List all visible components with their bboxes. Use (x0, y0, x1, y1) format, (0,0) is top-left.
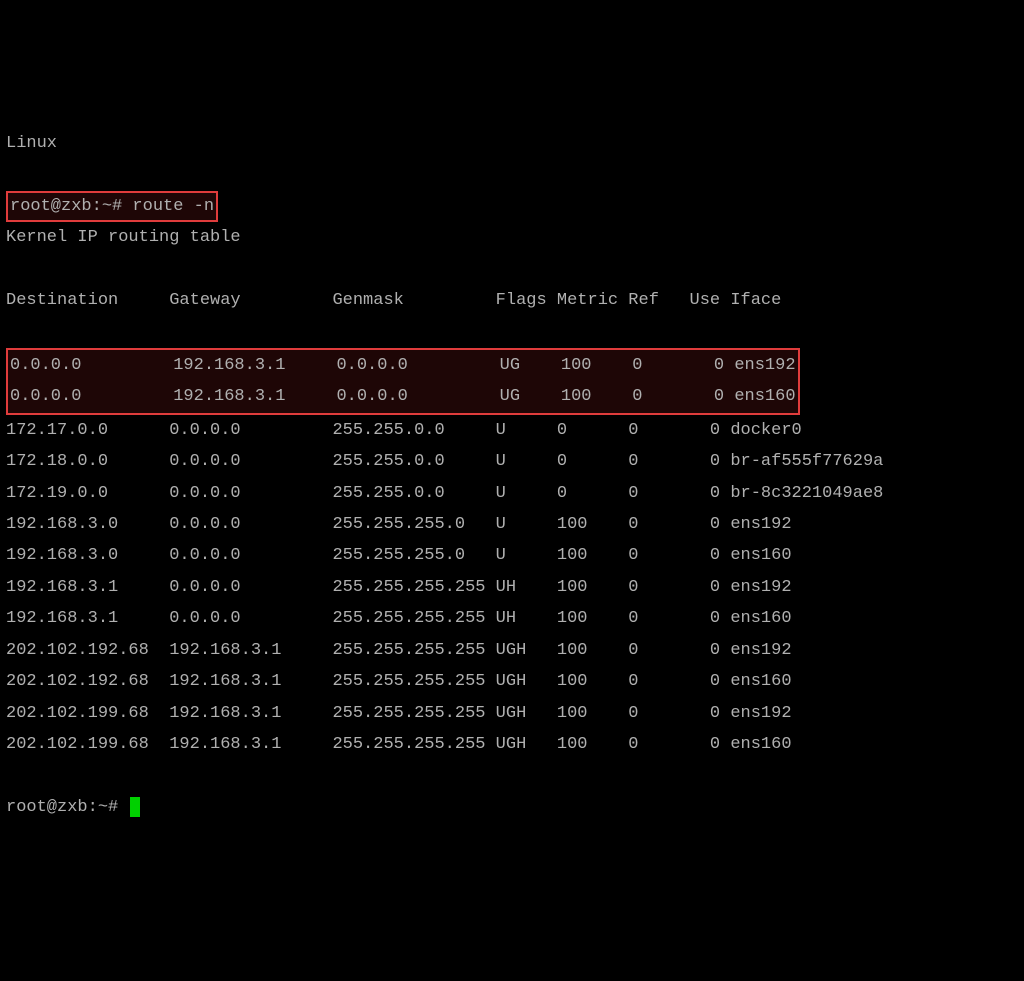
command-line-highlight: root@zxb:~# route -n (6, 191, 218, 222)
highlighted-routes: 0.0.0.0 192.168.3.1 0.0.0.0 UG 100 0 0 e… (6, 348, 800, 415)
route-rows: 172.17.0.0 0.0.0.0 255.255.0.0 U 0 0 0 d… (6, 415, 1018, 761)
table-row: 202.102.199.68 192.168.3.1 255.255.255.2… (6, 729, 1018, 760)
shell-prompt: root@zxb:~# (6, 798, 118, 817)
cursor-icon (130, 797, 140, 817)
table-row: 192.168.3.0 0.0.0.0 255.255.255.0 U 100 … (6, 509, 1018, 540)
shell-prompt: root@zxb:~# (10, 197, 122, 216)
table-row: 192.168.3.1 0.0.0.0 255.255.255.255 UH 1… (6, 603, 1018, 634)
table-header: Destination Gateway Genmask Flags Metric… (6, 285, 1018, 316)
prompt-line[interactable]: root@zxb:~# (6, 792, 1018, 823)
table-row: 202.102.192.68 192.168.3.1 255.255.255.2… (6, 635, 1018, 666)
table-row: 172.19.0.0 0.0.0.0 255.255.0.0 U 0 0 0 b… (6, 478, 1018, 509)
table-row: 202.102.199.68 192.168.3.1 255.255.255.2… (6, 698, 1018, 729)
os-line: Linux (6, 128, 1018, 159)
table-row: 172.18.0.0 0.0.0.0 255.255.0.0 U 0 0 0 b… (6, 446, 1018, 477)
table-title: Kernel IP routing table (6, 222, 1018, 253)
table-row: 192.168.3.0 0.0.0.0 255.255.255.0 U 100 … (6, 540, 1018, 571)
table-row: 202.102.192.68 192.168.3.1 255.255.255.2… (6, 666, 1018, 697)
table-row: 172.17.0.0 0.0.0.0 255.255.0.0 U 0 0 0 d… (6, 415, 1018, 446)
table-row: 192.168.3.1 0.0.0.0 255.255.255.255 UH 1… (6, 572, 1018, 603)
command-text: route -n (132, 197, 214, 216)
